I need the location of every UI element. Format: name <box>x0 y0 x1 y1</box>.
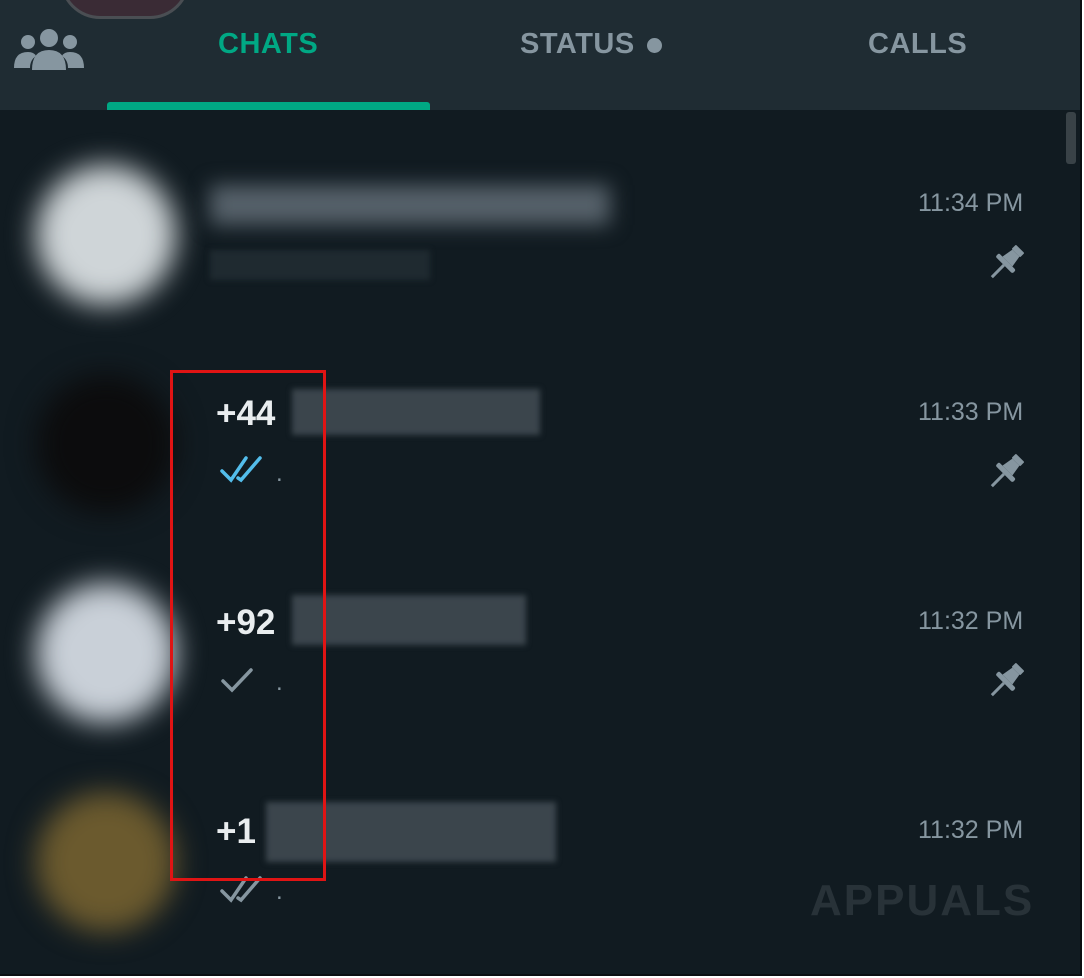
camera-button[interactable] <box>60 0 190 19</box>
scrollbar[interactable] <box>1066 112 1076 164</box>
whatsapp-screen: CHATS STATUS CALLS 11:34 PM +44 . 11:33 … <box>0 0 1082 976</box>
chat-list-item[interactable]: +44 . 11:33 PM <box>0 334 1064 543</box>
active-tab-indicator <box>107 102 430 110</box>
watermark-logo: APPUALS <box>810 876 1035 925</box>
blurred-contact-name <box>210 185 610 225</box>
chat-time: 11:33 PM <box>918 398 1024 426</box>
top-tab-bar: CHATS STATUS CALLS <box>0 0 1080 110</box>
tab-calls[interactable]: CALLS <box>868 28 967 68</box>
tab-status[interactable]: STATUS <box>520 28 635 68</box>
pin-icon <box>990 245 1024 279</box>
avatar <box>36 374 176 514</box>
blurred-message-preview <box>210 250 430 280</box>
blurred-contact-name <box>292 389 540 435</box>
chat-list-item[interactable]: 11:34 PM <box>0 125 1064 334</box>
avatar <box>36 165 176 305</box>
chat-list-item[interactable]: +92 . 11:32 PM <box>0 543 1064 752</box>
community-icon[interactable] <box>14 26 84 72</box>
pin-icon <box>990 454 1024 488</box>
chat-list-item[interactable]: +1 . 11:32 PM <box>0 752 1064 961</box>
highlight-annotation-box <box>170 370 326 881</box>
chat-time: 11:32 PM <box>918 607 1024 635</box>
message-preview: . <box>276 878 283 905</box>
blurred-contact-name <box>292 595 526 645</box>
pin-icon <box>990 663 1024 697</box>
chat-time: 11:32 PM <box>918 816 1024 844</box>
avatar <box>36 583 176 723</box>
status-update-dot <box>647 38 662 53</box>
chat-time: 11:34 PM <box>918 189 1024 217</box>
avatar <box>36 792 176 932</box>
tab-chats[interactable]: CHATS <box>218 28 318 68</box>
